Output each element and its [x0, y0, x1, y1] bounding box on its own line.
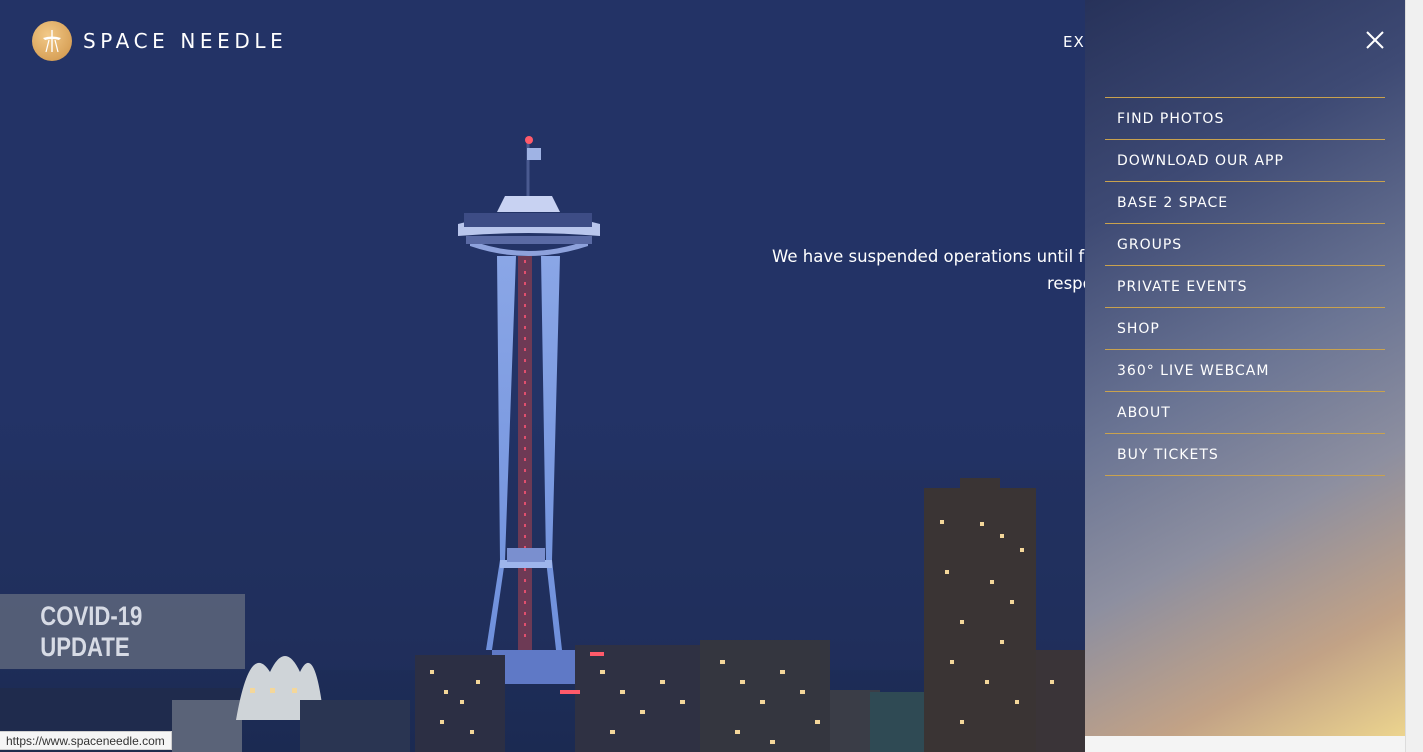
- brand-name: SPACE NEEDLE: [83, 29, 288, 53]
- menu-item-base-2-space[interactable]: BASE 2 SPACE: [1105, 182, 1385, 224]
- menu-item-live-webcam[interactable]: 360° LIVE WEBCAM: [1105, 350, 1385, 392]
- covid-update-button[interactable]: COVID-19 UPDATE: [0, 594, 245, 669]
- menu-bottom-gap: [1085, 736, 1405, 752]
- status-bar-url: https://www.spaceneedle.com: [0, 731, 172, 750]
- nav-item-partial[interactable]: EX: [1063, 33, 1085, 51]
- brand-logo[interactable]: SPACE NEEDLE: [32, 21, 287, 61]
- menu-item-download-app[interactable]: DOWNLOAD OUR APP: [1105, 140, 1385, 182]
- side-menu: FIND PHOTOS DOWNLOAD OUR APP BASE 2 SPAC…: [1085, 0, 1405, 736]
- menu-item-find-photos[interactable]: FIND PHOTOS: [1105, 98, 1385, 140]
- window-scrollbar[interactable]: [1405, 0, 1423, 752]
- menu-item-buy-tickets[interactable]: BUY TICKETS: [1105, 434, 1385, 476]
- menu-item-shop[interactable]: SHOP: [1105, 308, 1385, 350]
- menu-item-groups[interactable]: GROUPS: [1105, 224, 1385, 266]
- menu-item-about[interactable]: ABOUT: [1105, 392, 1385, 434]
- close-menu-button[interactable]: [1363, 28, 1387, 52]
- hero-message-line-1: We have suspended operations until fur: [772, 247, 1102, 266]
- menu-item-private-events[interactable]: PRIVATE EVENTS: [1105, 266, 1385, 308]
- close-icon: [1366, 31, 1384, 49]
- covid-update-label: COVID-19 UPDATE: [40, 600, 143, 662]
- space-needle-logo-icon: [32, 21, 72, 61]
- menu-list: FIND PHOTOS DOWNLOAD OUR APP BASE 2 SPAC…: [1105, 97, 1385, 476]
